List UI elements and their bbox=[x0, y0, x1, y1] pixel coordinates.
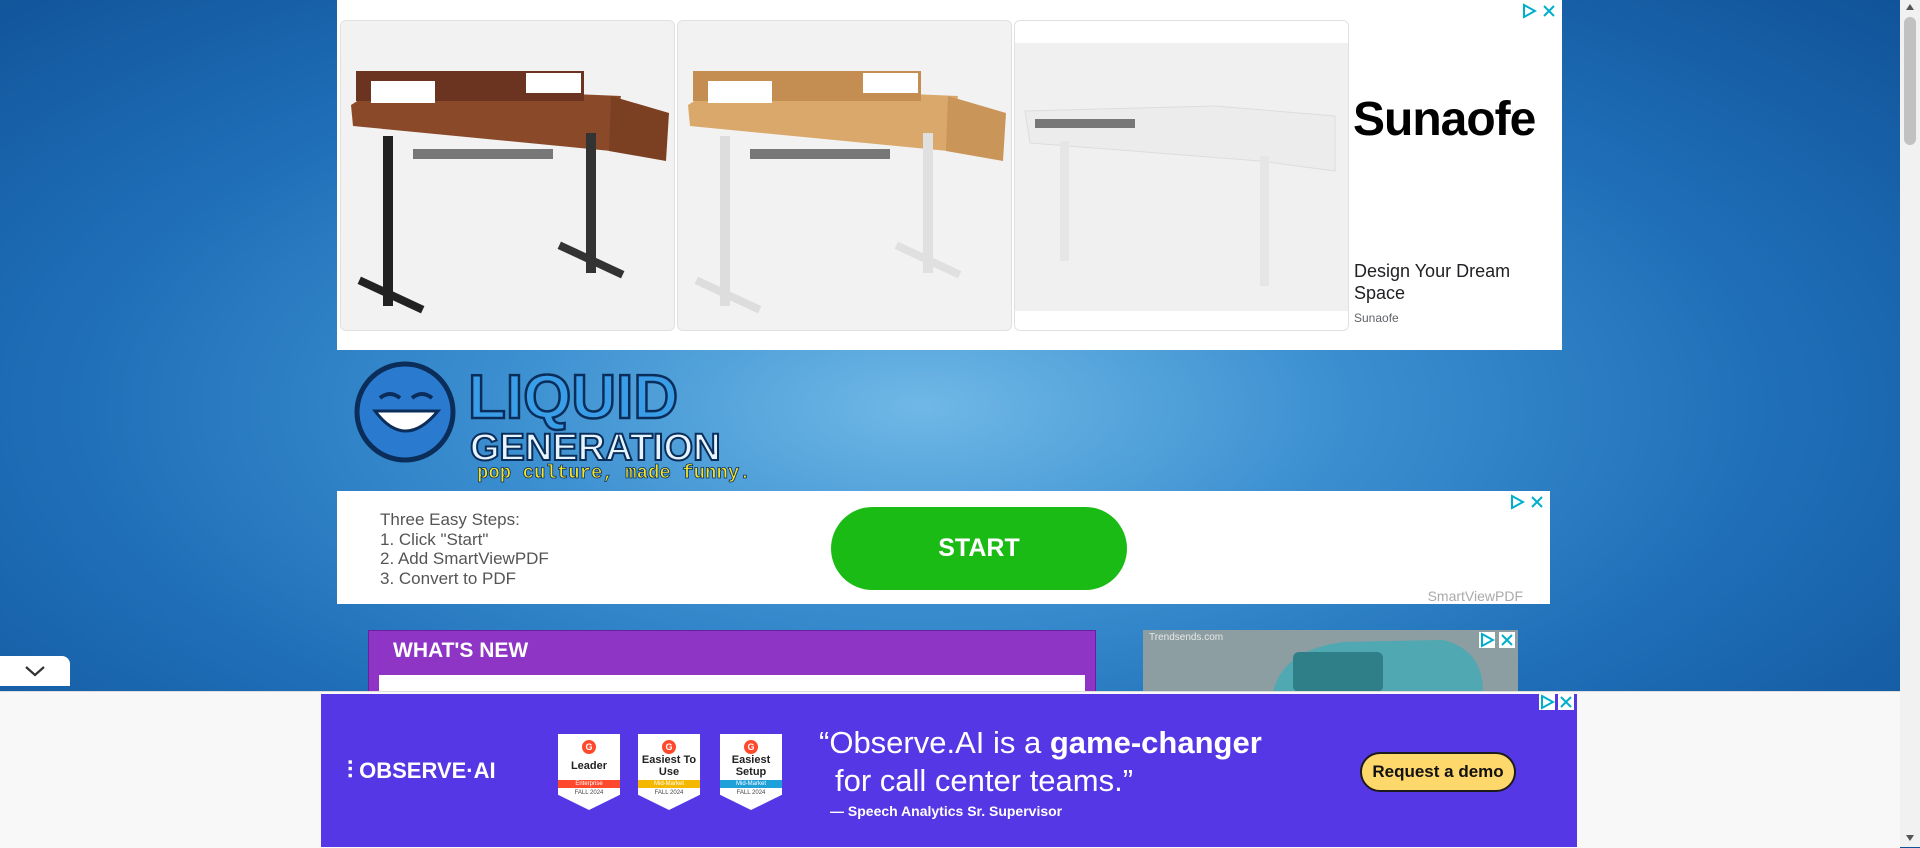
g2-icon: G bbox=[662, 740, 676, 754]
section-title: WHAT'S NEW bbox=[393, 639, 529, 662]
steps-title: Three Easy Steps: bbox=[380, 510, 520, 529]
collapse-ad-button[interactable] bbox=[0, 656, 70, 686]
badge-segment: Enterprise bbox=[558, 780, 620, 788]
start-button[interactable]: START bbox=[831, 507, 1127, 590]
ad-advertiser[interactable]: Sunaofe bbox=[1354, 311, 1399, 325]
product-image-walnut-desk[interactable] bbox=[340, 20, 675, 331]
scroll-up-arrow-icon[interactable] bbox=[1905, 3, 1915, 11]
quote-bold: game-changer bbox=[1049, 725, 1262, 760]
close-ad-icon[interactable] bbox=[1529, 494, 1545, 510]
g2-icon: G bbox=[582, 740, 596, 754]
close-ad-icon[interactable] bbox=[1541, 3, 1557, 19]
product-image-oak-desk[interactable] bbox=[677, 20, 1012, 331]
adchoices-icon[interactable] bbox=[1521, 3, 1537, 19]
scrollbar-thumb[interactable] bbox=[1904, 17, 1916, 145]
badge-season: FALL 2024 bbox=[574, 790, 604, 796]
adchoices-icon[interactable] bbox=[1539, 694, 1555, 710]
smartviewpdf-ad[interactable]: Three Easy Steps: 1. Click "Start" 2. Ad… bbox=[337, 491, 1550, 604]
observe-ai-logo: ⫶ OBSERVE·AI bbox=[347, 757, 496, 785]
ad-steps: Three Easy Steps: 1. Click "Start" 2. Ad… bbox=[380, 510, 549, 588]
ad-headline[interactable]: Design Your Dream Space bbox=[1354, 260, 1544, 304]
top-banner-ad[interactable]: Sunaofe Design Your Dream Space Sunaofe bbox=[337, 0, 1562, 350]
quote-attribution: — Speech Analytics Sr. Supervisor bbox=[830, 803, 1063, 819]
quote-text-1: Observe.AI is a bbox=[829, 725, 1050, 760]
observe-ai-brand: OBSERVE·AI bbox=[359, 758, 496, 783]
whats-new-section: WHAT'S NEW bbox=[368, 630, 1096, 705]
step-3: 3. Convert to PDF bbox=[380, 568, 517, 588]
g2-badge-easiest-to-use: G Easiest To Use Mid-Market FALL 2024 bbox=[638, 734, 700, 810]
g2-icon: G bbox=[744, 740, 758, 754]
quote-text-2: for call center teams.” bbox=[835, 763, 1134, 798]
side-ad[interactable]: Trendsends.com bbox=[1143, 630, 1518, 692]
ad-advertiser[interactable]: SmartViewPDF bbox=[1428, 588, 1523, 604]
observe-ai-mark-icon: ⫶ bbox=[347, 757, 353, 784]
adchoices-icon[interactable] bbox=[1509, 494, 1525, 510]
liquid-generation-logo[interactable]: LIQUID GENERATION pop culture, made funn… bbox=[350, 356, 751, 488]
badge-segment: Mid-Market bbox=[638, 780, 700, 788]
observe-ai-ad[interactable]: ⫶ OBSERVE·AI G Leader Enterprise FALL 20… bbox=[321, 694, 1577, 847]
vertical-scrollbar[interactable] bbox=[1900, 0, 1920, 847]
g2-badge-easiest-setup: G Easiest Setup Mid-Market FALL 2024 bbox=[720, 734, 782, 810]
close-ad-icon[interactable] bbox=[1558, 694, 1574, 710]
badge-title: Easiest Setup bbox=[731, 754, 771, 778]
badge-title: Leader bbox=[570, 760, 608, 772]
badge-season: FALL 2024 bbox=[654, 790, 684, 796]
close-ad-icon[interactable] bbox=[1499, 632, 1515, 648]
step-2: 2. Add SmartViewPDF bbox=[380, 549, 549, 568]
side-ad-source: Trendsends.com bbox=[1149, 632, 1223, 643]
badge-title: Easiest To Use bbox=[641, 754, 697, 778]
badge-segment: Mid-Market bbox=[720, 780, 782, 788]
request-demo-button[interactable]: Request a demo bbox=[1360, 752, 1516, 792]
step-1: 1. Click "Start" bbox=[380, 529, 489, 549]
product-image-white-desk[interactable] bbox=[1014, 20, 1349, 331]
g2-badge-leader: G Leader Enterprise FALL 2024 bbox=[558, 734, 620, 810]
adchoices-icon[interactable] bbox=[1479, 632, 1495, 648]
chevron-down-icon bbox=[25, 666, 45, 677]
scroll-down-arrow-icon[interactable] bbox=[1905, 834, 1915, 842]
ad-quote: “Observe.AI is a game-changer for call c… bbox=[819, 725, 1262, 798]
logo-tagline: pop culture, made funny. bbox=[477, 462, 750, 484]
sunaofe-logo[interactable]: Sunaofe bbox=[1353, 92, 1536, 147]
logo-line1: LIQUID bbox=[468, 363, 678, 432]
badge-season: FALL 2024 bbox=[736, 790, 766, 796]
